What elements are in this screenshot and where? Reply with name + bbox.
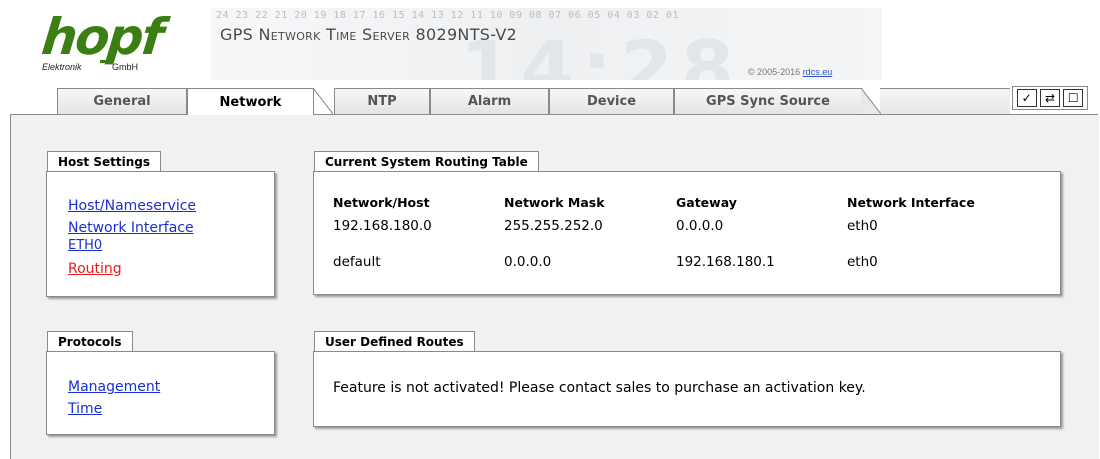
logo-company-left: Elektronik (42, 62, 82, 72)
activation-message: Feature is not activated! Please contact… (333, 380, 866, 396)
column-header-network-interface: Network Interface (847, 195, 975, 210)
copyright-prefix: © 2005-2016 (748, 67, 801, 77)
nav-link-management[interactable]: Management (68, 379, 160, 396)
host-settings-panel: Host/Nameservice Network Interface ETH0 … (46, 171, 275, 297)
table-cell: eth0 (847, 218, 878, 234)
tab-network[interactable]: Network (187, 88, 314, 115)
protocols-panel: Management Time (46, 351, 275, 435)
table-cell: eth0 (847, 254, 878, 270)
save-square-icon[interactable]: ☐ (1063, 89, 1084, 107)
copyright-link[interactable]: rdcs.eu (803, 67, 833, 77)
table-cell: 0.0.0.0 (676, 218, 724, 234)
tab-slant-edge (861, 88, 881, 114)
copyright-text: © 2005-2016 rdcs.eu (748, 67, 832, 77)
header-banner: 24 23 22 21 20 19 18 17 16 15 14 13 12 1… (210, 8, 882, 80)
page-header: hopf Elektronik GmbH 24 23 22 21 20 19 1… (0, 0, 1100, 84)
routing-table-panel: Network/Host Network Mask Gateway Networ… (313, 171, 1061, 295)
apply-check-icon[interactable]: ✓ (1016, 89, 1037, 107)
tab-ntp[interactable]: NTP (334, 88, 430, 114)
nav-link-network-interface[interactable]: Network Interface (68, 220, 194, 237)
content-area: Host Settings Host/Nameservice Network I… (10, 115, 1099, 459)
protocols-legend: Protocols (47, 331, 133, 351)
table-cell: default (333, 254, 381, 270)
routing-table-legend: Current System Routing Table (314, 151, 539, 171)
toolbar-icon-group: ✓ ⇄ ☐ (1012, 86, 1088, 110)
logo-divider (100, 60, 110, 63)
main-tab-bar: General Network NTP Alarm Device GPS Sync Sou… (0, 84, 1100, 115)
column-header-gateway: Gateway (676, 195, 737, 210)
logo-company-right: GmbH (112, 62, 139, 72)
tab-slant-edge (313, 88, 333, 114)
column-header-network-host: Network/Host (333, 195, 430, 210)
tab-general[interactable]: General (57, 88, 187, 114)
table-cell: 192.168.180.0 (333, 218, 432, 234)
tab-device[interactable]: Device (549, 88, 674, 114)
column-header-network-mask: Network Mask (504, 195, 605, 210)
banner-hour-digits: 24 23 22 21 20 19 18 17 16 15 14 13 12 1… (216, 10, 679, 21)
nav-link-host-nameservice[interactable]: Host/Nameservice (68, 198, 196, 215)
nav-link-time[interactable]: Time (68, 401, 102, 418)
user-routes-legend: User Defined Routes (314, 331, 475, 351)
nav-link-eth0[interactable]: ETH0 (68, 237, 102, 254)
logo-wordmark: hopf (38, 8, 165, 66)
table-cell: 192.168.180.1 (676, 254, 775, 270)
host-settings-legend: Host Settings (47, 151, 161, 171)
user-routes-panel: Feature is not activated! Please contact… (313, 351, 1061, 427)
table-cell: 255.255.252.0 (504, 218, 603, 234)
tab-alarm[interactable]: Alarm (430, 88, 549, 114)
nav-link-routing[interactable]: Routing (68, 261, 122, 278)
tab-gps-sync-source[interactable]: GPS Sync Source (674, 88, 862, 114)
tab-bar-filler (880, 88, 1010, 114)
hopf-logo: hopf Elektronik GmbH (39, 8, 170, 74)
product-title: GPS Network Time Server 8029NTS-V2 (220, 25, 518, 44)
table-cell: 0.0.0.0 (504, 254, 552, 270)
reload-arrows-icon[interactable]: ⇄ (1039, 89, 1060, 107)
